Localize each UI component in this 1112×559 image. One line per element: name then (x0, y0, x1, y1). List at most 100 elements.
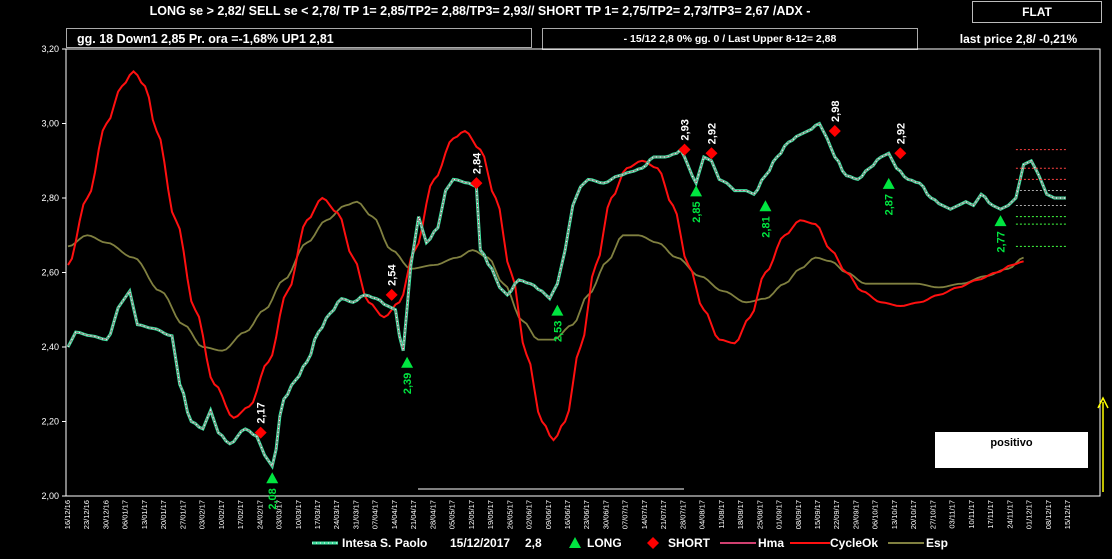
short-signal-label: 2,93 (680, 119, 692, 140)
y-tick-label: 2,00 (41, 491, 59, 501)
x-tick-label: 10/02/17 (217, 500, 226, 529)
series-line-esp (67, 200, 1024, 352)
short-signal-label: 2,54 (387, 264, 399, 286)
x-tick-label: 21/07/17 (659, 500, 668, 529)
x-tick-label: 13/10/17 (890, 500, 899, 529)
long-signal-marker (551, 304, 564, 316)
x-tick-label: 26/05/17 (505, 500, 514, 529)
x-tick-label: 12/05/17 (467, 500, 476, 529)
legend-label-long: LONG (587, 536, 622, 550)
legend-label-short: SHORT (668, 536, 711, 550)
x-tick-label: 28/04/17 (428, 500, 437, 529)
long-signal-label: 2,53 (552, 321, 564, 342)
x-tick-label: 11/08/17 (717, 500, 726, 529)
x-tick-label: 01/12/17 (1025, 500, 1034, 529)
x-tick-label: 01/09/17 (775, 500, 784, 529)
long-signal-marker (994, 215, 1007, 227)
short-signal-label: 2,84 (471, 152, 483, 174)
legend-label-esp: Esp (926, 536, 948, 550)
x-tick-label: 06/01/17 (121, 500, 130, 529)
x-tick-label: 03/11/17 (948, 500, 957, 529)
y-tick-label: 2,20 (41, 417, 59, 427)
x-tick-label: 03/02/17 (198, 500, 207, 529)
x-tick-label: 17/02/17 (236, 500, 245, 529)
long-signal-label: 2,08 (267, 488, 279, 509)
legend-label-value: 2,8 (525, 536, 542, 550)
x-tick-label: 24/02/17 (255, 500, 264, 529)
chart-legend: Intesa S. Paolo 15/12/2017 2,8 LONG SHORT Hma… (312, 536, 948, 550)
x-tick-label: 29/09/17 (851, 500, 860, 529)
short-signal-label: 2,92 (895, 123, 907, 144)
long-signal-marker (401, 356, 414, 368)
x-tick-label: 22/09/17 (832, 500, 841, 529)
long-signal-marker (266, 472, 279, 484)
series-line-cycleok (67, 70, 1024, 442)
legend-label-cycleok: CycleOk (830, 536, 878, 550)
x-tick-label: 06/10/17 (871, 500, 880, 529)
short-signal-marker (385, 288, 398, 301)
short-signal-marker (470, 177, 483, 190)
legend-label-price: Intesa S. Paolo (342, 536, 427, 550)
legend-label-date: 15/12/2017 (450, 536, 510, 550)
x-tick-label: 20/10/17 (909, 500, 918, 529)
x-tick-label: 14/04/17 (390, 500, 399, 529)
x-tick-label: 27/01/17 (178, 500, 187, 529)
x-tick-label: 15/12/17 (1063, 500, 1072, 529)
x-tick-label: 14/07/17 (640, 500, 649, 529)
x-tick-label: 02/06/17 (525, 500, 534, 529)
x-tick-label: 19/05/17 (486, 500, 495, 529)
long-signal-marker (690, 185, 703, 197)
y-tick-label: 3,20 (41, 44, 59, 54)
x-tick-label: 28/07/17 (678, 500, 687, 529)
x-tick-label: 24/03/17 (332, 500, 341, 529)
y-tick-label: 3,00 (41, 119, 59, 129)
short-signal-label: 2,92 (706, 123, 718, 144)
long-signal-label: 2,81 (760, 216, 772, 237)
x-tick-label: 17/03/17 (313, 500, 322, 529)
long-signal-label: 2,77 (995, 231, 1007, 252)
short-signal-marker (894, 147, 907, 160)
legend-long-swatch (569, 537, 581, 548)
series-group (66, 70, 1066, 470)
y-tick-label: 2,60 (41, 268, 59, 278)
x-tick-label: 31/03/17 (351, 500, 360, 529)
x-tick-label: 05/05/17 (448, 500, 457, 529)
x-tick-label: 10/11/17 (967, 500, 976, 529)
plot-frame (65, 48, 1101, 497)
x-tick-label: 30/12/16 (101, 500, 110, 529)
x-tick-label: 07/04/17 (371, 500, 380, 529)
positivo-box: positivo (935, 432, 1088, 468)
x-tick-label: 23/06/17 (582, 500, 591, 529)
x-tick-label: 08/09/17 (794, 500, 803, 529)
x-tick-label: 17/11/17 (986, 500, 995, 529)
x-tick-label: 30/06/17 (601, 500, 610, 529)
long-signal-label: 2,85 (691, 201, 703, 222)
x-tick-label: 08/12/17 (1044, 500, 1053, 529)
long-signal-label: 2,87 (884, 194, 896, 215)
x-tick-label: 16/06/17 (563, 500, 572, 529)
long-signal-marker (882, 177, 895, 189)
long-signal-marker (759, 200, 772, 212)
x-tick-label: 25/08/17 (755, 500, 764, 529)
short-signal-label: 2,17 (256, 402, 268, 423)
x-tick-label: 09/06/17 (544, 500, 553, 529)
x-tick-label: 18/08/17 (736, 500, 745, 529)
short-signal-label: 2,98 (830, 101, 842, 122)
x-tick-label: 10/03/17 (294, 500, 303, 529)
x-tick-label: 24/11/17 (1005, 500, 1014, 529)
legend-label-hma: Hma (758, 536, 784, 550)
x-tick-label: 21/04/17 (409, 500, 418, 529)
long-signal-label: 2,39 (402, 373, 414, 394)
y-tick-label: 2,40 (41, 342, 59, 352)
x-tick-label: 07/07/17 (621, 500, 630, 529)
y-axis: 2,00 2,20 2,40 2,60 2,80 3,00 3,20 (41, 44, 66, 501)
x-tick-label: 04/08/17 (698, 500, 707, 529)
x-tick-label: 20/01/17 (159, 500, 168, 529)
x-axis: 16/12/16 23/12/16 30/12/16 06/01/17 13/01/17… (63, 500, 1072, 529)
x-tick-label: 16/12/16 (63, 500, 72, 529)
short-signal-marker (678, 143, 691, 156)
x-tick-label: 15/09/17 (813, 500, 822, 529)
legend-short-swatch (647, 537, 659, 549)
x-tick-label: 23/12/16 (82, 500, 91, 529)
short-signal-marker (828, 124, 841, 137)
